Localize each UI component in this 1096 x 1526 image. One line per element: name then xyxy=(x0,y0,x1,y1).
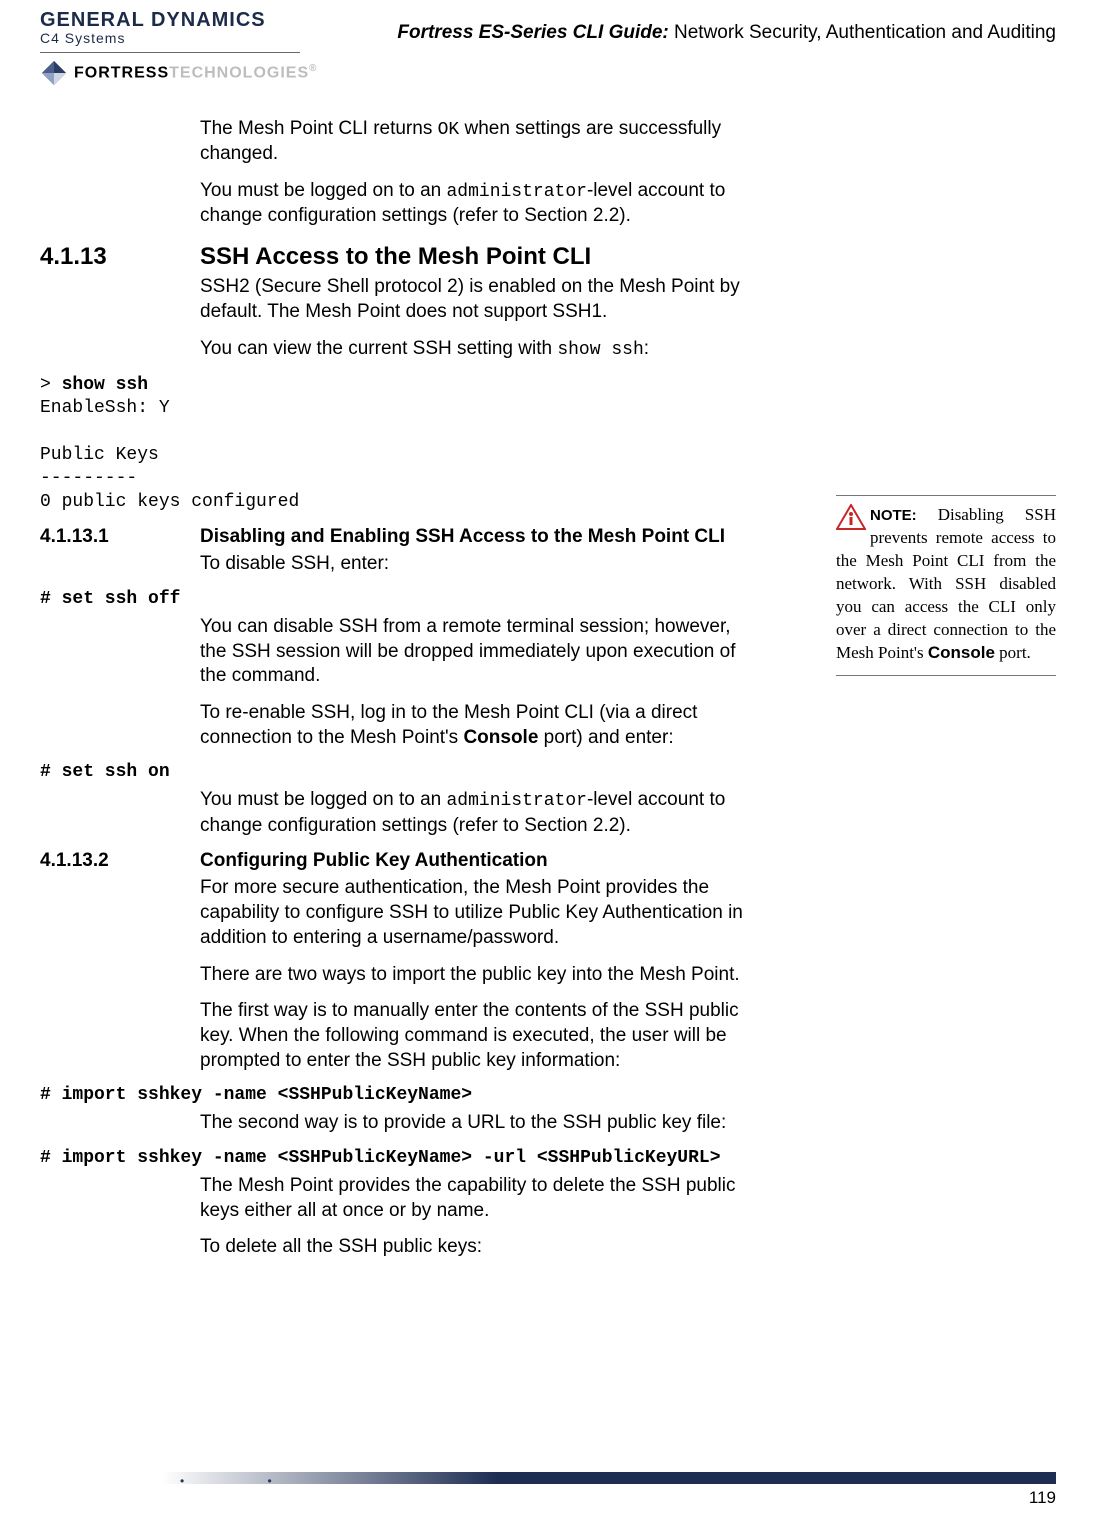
note-sidebar: NOTE: Disabling SSH prevents remote acce… xyxy=(836,495,1056,676)
intro-paragraph-1: The Mesh Point CLI returns OK when setti… xyxy=(200,117,760,167)
fortress-logo-row: FORTRESSTECHNOLOGIES® xyxy=(40,59,340,87)
section-4-1-13-heading: 4.1.13 SSH Access to the Mesh Point CLI xyxy=(40,243,1056,271)
info-warning-icon xyxy=(836,504,866,530)
s4113-p1: SSH2 (Secure Shell protocol 2) is enable… xyxy=(200,275,760,324)
cli-show-ssh-block: > show ssh EnableSsh: Y Public Keys ----… xyxy=(40,374,1056,514)
s41132-p5: The Mesh Point provides the capability t… xyxy=(200,1174,760,1223)
footer-dots: • • xyxy=(180,1474,312,1488)
note-text-b: port. xyxy=(995,643,1031,662)
cli-import-sshkey-name: # import sshkey -name <SSHPublicKeyName> xyxy=(40,1085,1056,1105)
subsection-number: 4.1.13.1 xyxy=(40,526,200,548)
cli-import-sshkey-name-url: # import sshkey -name <SSHPublicKeyName>… xyxy=(40,1148,1056,1168)
page: GENERAL DYNAMICS C4 Systems FORTRESSTECH… xyxy=(0,0,1096,1526)
page-footer: • • 119 xyxy=(40,1472,1056,1508)
section-title: SSH Access to the Mesh Point CLI xyxy=(200,243,591,271)
intro-paragraph-2: You must be logged on to an administrato… xyxy=(200,179,760,229)
technologies-word: TECHNOLOGIES xyxy=(169,65,309,82)
s4113-p2: You can view the current SSH setting wit… xyxy=(200,337,760,362)
fortress-word: FORTRESS xyxy=(74,65,169,82)
s41131-p1: To disable SSH, enter: xyxy=(200,552,760,577)
note-text-a: Disabling SSH prevents remote access to … xyxy=(836,505,1056,662)
fortress-diamond-icon xyxy=(40,59,68,87)
note-label: NOTE: xyxy=(870,507,917,524)
cli-set-ssh-on: # set ssh on xyxy=(40,762,1056,782)
s41131-p3: To re-enable SSH, log in to the Mesh Poi… xyxy=(200,701,760,750)
s41132-p3: The first way is to manually enter the c… xyxy=(200,999,760,1073)
title-bold-part: Fortress ES-Series CLI Guide: xyxy=(397,22,668,43)
content-area: The Mesh Point CLI returns OK when setti… xyxy=(40,117,1056,1260)
registered-mark: ® xyxy=(309,63,317,74)
document-title: Fortress ES-Series CLI Guide: Network Se… xyxy=(340,10,1056,44)
general-dynamics-logo-text: GENERAL DYNAMICS xyxy=(40,10,340,30)
c4-systems-subtext: C4 Systems xyxy=(40,30,340,46)
title-rest-part: Network Security, Authentication and Aud… xyxy=(669,22,1056,43)
section-4-1-13-2-heading: 4.1.13.2 Configuring Public Key Authenti… xyxy=(40,850,1056,872)
subsection-number-2: 4.1.13.2 xyxy=(40,850,200,872)
s41132-p2: There are two ways to import the public … xyxy=(200,963,760,988)
page-number: 119 xyxy=(40,1488,1056,1508)
logo-divider xyxy=(40,52,300,53)
s41132-p6: To delete all the SSH public keys: xyxy=(200,1235,760,1260)
logo-block: GENERAL DYNAMICS C4 Systems FORTRESSTECH… xyxy=(40,10,340,87)
s41132-p1: For more secure authentication, the Mesh… xyxy=(200,876,760,950)
page-header: GENERAL DYNAMICS C4 Systems FORTRESSTECH… xyxy=(40,0,1056,87)
subsection-title-2: Configuring Public Key Authentication xyxy=(200,850,760,872)
s41132-p4: The second way is to provide a URL to th… xyxy=(200,1111,760,1136)
s41131-p4: You must be logged on to an administrato… xyxy=(200,788,760,838)
note-console-word: Console xyxy=(928,643,995,662)
subsection-title: Disabling and Enabling SSH Access to the… xyxy=(200,526,760,548)
s41131-p2: You can disable SSH from a remote termin… xyxy=(200,615,760,689)
section-number: 4.1.13 xyxy=(40,243,200,271)
